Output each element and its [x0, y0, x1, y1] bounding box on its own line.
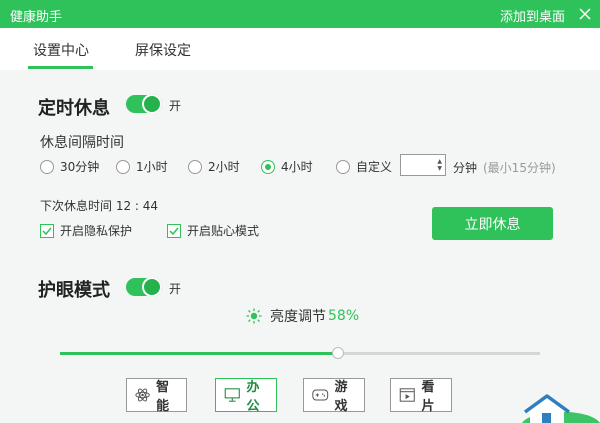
radio-label: 2小时: [208, 160, 240, 174]
eye-toggle[interactable]: [126, 277, 162, 297]
checkbox-box: [40, 223, 54, 238]
toggle-knob: [142, 94, 162, 114]
custom-unit: 分钟: [453, 161, 478, 175]
radio-circle: [188, 159, 202, 174]
custom-hint: (最小15分钟): [483, 161, 556, 175]
slider-handle[interactable]: [332, 347, 345, 359]
tab-bar: 设置中心 屏保设定: [0, 28, 600, 70]
eye-section-title: 护眼模式: [38, 280, 110, 301]
radio-circle: [336, 159, 350, 174]
rest-toggle[interactable]: [126, 94, 162, 114]
close-icon[interactable]: [576, 5, 594, 23]
rest-section-title: 定时休息: [38, 98, 110, 119]
radio-30min[interactable]: 30分钟: [40, 158, 99, 175]
tab-settings-center[interactable]: 设置中心: [33, 40, 89, 60]
monitor-icon: [224, 388, 240, 402]
add-to-desktop-link[interactable]: 添加到桌面: [500, 6, 565, 25]
interval-label: 休息间隔时间: [40, 135, 124, 151]
checkbox-label: 开启隐私保护: [60, 224, 133, 238]
toggle-knob: [142, 277, 162, 297]
radio-circle: [40, 159, 54, 174]
gamepad-icon: [312, 389, 329, 401]
house-icon: [522, 394, 600, 423]
active-tab-indicator: [28, 66, 93, 69]
video-player-icon: [399, 388, 415, 402]
custom-minutes-spinner[interactable]: ▲ ▼: [400, 154, 446, 176]
mode-movie-button[interactable]: 看片: [390, 378, 452, 414]
eye-toggle-text: 开: [169, 282, 182, 296]
next-rest-time: 下次休息时间 12 : 44: [40, 199, 159, 213]
radio-circle: [116, 159, 130, 174]
mode-label: 看片: [421, 380, 435, 414]
brightness-slider[interactable]: [60, 347, 540, 359]
radio-label: 30分钟: [60, 160, 100, 174]
mode-label: 智能: [156, 380, 170, 414]
brightness-label: 亮度调节: [270, 309, 326, 325]
radio-custom[interactable]: 自定义: [336, 158, 392, 175]
radio-1hour[interactable]: 1小时: [116, 158, 168, 175]
mode-smart-button[interactable]: 智能: [126, 378, 187, 414]
radio-label: 4小时: [281, 160, 313, 174]
check-icon: [42, 227, 52, 235]
mode-game-button[interactable]: 游戏: [303, 378, 365, 414]
brightness-row: 亮度调节 58%: [246, 306, 359, 326]
atom-icon: [135, 388, 150, 402]
brightness-value: 58%: [328, 308, 360, 324]
checkbox-box: [167, 223, 181, 238]
radio-circle-checked: [261, 159, 275, 174]
radio-label: 自定义: [356, 160, 393, 174]
care-mode-checkbox[interactable]: 开启贴心模式: [167, 222, 259, 239]
app-title: 健康助手: [10, 10, 63, 25]
title-bar: 健康助手 添加到桌面: [0, 0, 600, 28]
tab-screensaver[interactable]: 屏保设定: [135, 40, 191, 60]
check-icon: [169, 227, 179, 235]
radio-4hour[interactable]: 4小时: [261, 158, 313, 175]
spinner-arrows-icon[interactable]: ▲ ▼: [437, 158, 442, 172]
sun-icon: [246, 308, 262, 324]
rest-toggle-text: 开: [169, 99, 182, 113]
radio-label: 1小时: [136, 160, 168, 174]
rest-now-button[interactable]: 立即休息: [432, 207, 553, 240]
mode-label: 游戏: [334, 380, 348, 414]
radio-2hour[interactable]: 2小时: [188, 158, 240, 175]
checkbox-label: 开启贴心模式: [187, 224, 260, 238]
slider-fill: [60, 352, 339, 355]
privacy-checkbox[interactable]: 开启隐私保护: [40, 222, 132, 239]
mode-office-button[interactable]: 办公: [215, 378, 277, 414]
mode-label: 办公: [246, 380, 260, 414]
